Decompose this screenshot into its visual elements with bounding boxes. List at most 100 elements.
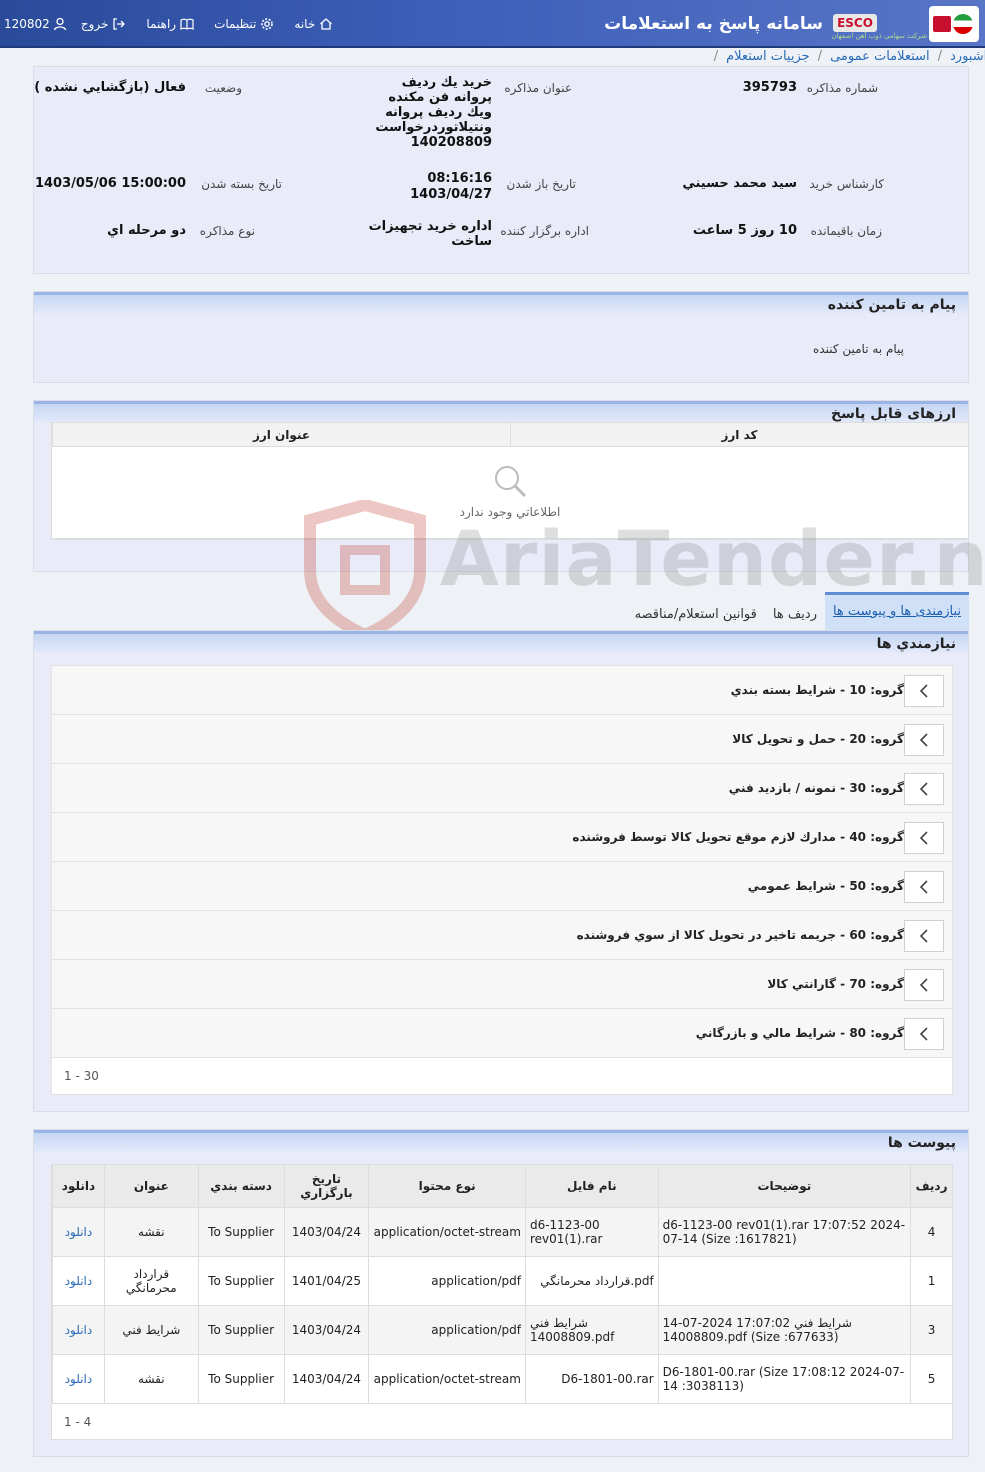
requirement-group-title: گروه: 10 - شرايط بسته بندي [730,683,904,697]
home-icon [319,17,333,31]
requirement-group-row[interactable]: گروه: 30 - نمونه / بازديد فني [52,764,952,813]
requirement-group-row[interactable]: گروه: 40 - مدارك لازم موقع تحويل كالا تو… [52,813,952,862]
settings-link[interactable]: تنظیمات [204,17,284,31]
attachments-pager: 1 - 4 [52,1403,952,1439]
empty-state: اطلاعاتي وجود ندارد [52,463,968,519]
requirements-title: نيازمندي ها [34,631,968,653]
download-link[interactable]: دانلود [52,1306,104,1354]
row-content-type: application/pdf [368,1257,525,1305]
book-icon [180,17,194,31]
close-date: 1403/05/06 15:00:00 [34,176,186,191]
negotiation-title: خريد يك رديف پروانه فن مكنده ويك رديف پر… [375,75,492,150]
attachments-table-header: رديف توضيحات نام فایل نوع محتوا تاريخ با… [52,1165,952,1207]
row-category: To Supplier [197,1257,284,1305]
top-nav: 120802 خروج راهنما تنظیمات خانه [0,0,343,48]
breadcrumb-public-inquiries[interactable]: استعلامات عمومی [830,49,930,64]
user-menu[interactable]: 120802 [0,17,71,31]
row-content-type: application/octet-stream [368,1355,525,1403]
col-description[interactable]: توضيحات [657,1165,910,1207]
open-date-label: تاريخ باز شدن [506,177,576,191]
home-link[interactable]: خانه [284,17,343,31]
brand: ESCO شرکت سهامی ذوب آهن اصفهان سامانه پا… [604,0,985,48]
status-value: فعال (بازگشايي نشده ) [34,80,186,95]
currencies-table: کد ارز عنوان ارز اطلاعاتي وجود ندارد [51,422,969,540]
row-number: 5 [910,1355,952,1403]
row-file-name: قرارداد محرمانگي.pdf [524,1257,658,1305]
col-upload-date[interactable]: تاريخ بارگزاري [283,1165,369,1207]
tab-bar: نیازمندی ها و پیوست ها رديف ها قوانين اس… [627,592,969,630]
logout-label: خروج [80,17,109,31]
esco-subtitle: شرکت سهامی ذوب آهن اصفهان [831,32,927,40]
col-file-name[interactable]: نام فایل [524,1165,658,1207]
user-icon [53,17,67,31]
row-description [657,1257,910,1305]
row-title: شرايط فني [103,1306,198,1354]
col-download[interactable]: دانلود [52,1165,104,1207]
open-date-time: 08:16:16 [427,171,492,186]
home-label: خانه [294,17,316,31]
col-currency-title[interactable]: عنوان ارز [52,423,510,446]
col-currency-code[interactable]: کد ارز [510,423,968,446]
company-logo [929,6,979,42]
open-date: 1403/04/27 [410,187,492,202]
requirement-group-row[interactable]: گروه: 70 - گارانتي كالا [52,960,952,1009]
chevron-left-icon [919,1027,928,1041]
col-title[interactable]: عنوان [103,1165,198,1207]
download-link[interactable]: دانلود [52,1355,104,1403]
chevron-left-icon [919,831,928,845]
table-row: 5 D6-1801-00.rar (Size 17:08:12 2024-07-… [52,1354,952,1403]
flag-icon [953,14,973,34]
breadcrumb-dashboard[interactable]: داشبورد [950,49,985,64]
negotiation-type: دو مرحله اي [107,223,186,238]
negotiation-type-label: نوع مذاکره [199,224,255,238]
attachments-title: پيوست ها [34,1130,968,1152]
requirement-group-row[interactable]: گروه: 50 - شرايط عمومي [52,862,952,911]
organizer-value: اداره خريد تجهيزات ساخت [368,219,492,249]
expand-button[interactable] [904,724,944,756]
expand-button[interactable] [904,920,944,952]
row-file-name: d6-1123-00 rev01(1).rar [524,1208,658,1256]
expand-button[interactable] [904,969,944,1001]
row-description: D6-1801-00.rar (Size 17:08:12 2024-07-14… [657,1355,910,1403]
empty-text: اطلاعاتي وجود ندارد [459,505,561,519]
requirement-group-title: گروه: 70 - گارانتي كالا [767,977,904,991]
table-divider [52,538,968,539]
download-link[interactable]: دانلود [52,1208,104,1256]
download-link[interactable]: دانلود [52,1257,104,1305]
logout-link[interactable]: خروج [71,17,137,31]
requirement-group-row[interactable]: گروه: 10 - شرايط بسته بندي [52,666,952,715]
col-category[interactable]: دسته بندي [197,1165,284,1207]
requirement-group-row[interactable]: گروه: 20 - حمل و تحويل كالا [52,715,952,764]
col-row[interactable]: رديف [910,1165,952,1207]
requirement-group-title: گروه: 60 - جريمه تاخير در تحويل كالا از … [576,928,904,942]
requirement-group-row[interactable]: گروه: 60 - جريمه تاخير در تحويل كالا از … [52,911,952,960]
breadcrumb-inquiry-details[interactable]: جزییات استعلام [726,49,810,64]
buyer-label: کارشناس خريد [809,177,884,191]
chevron-left-icon [919,733,928,747]
expand-button[interactable] [904,822,944,854]
tab-rules[interactable]: قوانين استعلام/مناقصه [627,600,765,630]
supplier-message-title: پيام به تامين كننده [34,292,968,314]
pager-range: 1 - 4 [64,1415,92,1429]
row-description: d6-1123-00 rev01(1).rar 17:07:52 2024-07… [657,1208,910,1256]
breadcrumb-separator: / [817,49,823,64]
row-content-type: application/octet-stream [368,1208,525,1256]
expand-button[interactable] [904,675,944,707]
requirement-group-row[interactable]: گروه: 80 - شرايط مالي و بازرگاني [52,1009,952,1058]
col-content-type[interactable]: نوع محتوا [368,1165,525,1207]
remaining-time: 10 روز 5 ساعت [692,223,797,238]
tab-requirements-attachments[interactable]: نیازمندی ها و پیوست ها [824,592,969,630]
tab-rows[interactable]: رديف ها [765,600,825,630]
row-category: To Supplier [197,1355,284,1403]
logout-icon [112,17,126,31]
remaining-time-label: زمان باقيمانده [810,224,882,238]
buyer-name: سيد محمد حسيني [682,176,797,191]
negotiation-number-label: شماره مذاکره [806,81,878,95]
expand-button[interactable] [904,1018,944,1050]
expand-button[interactable] [904,871,944,903]
help-link[interactable]: راهنما [136,17,204,31]
attachments-table: رديف توضيحات نام فایل نوع محتوا تاريخ با… [51,1164,953,1440]
chevron-left-icon [919,978,928,992]
expand-button[interactable] [904,773,944,805]
help-label: راهنما [146,17,177,31]
